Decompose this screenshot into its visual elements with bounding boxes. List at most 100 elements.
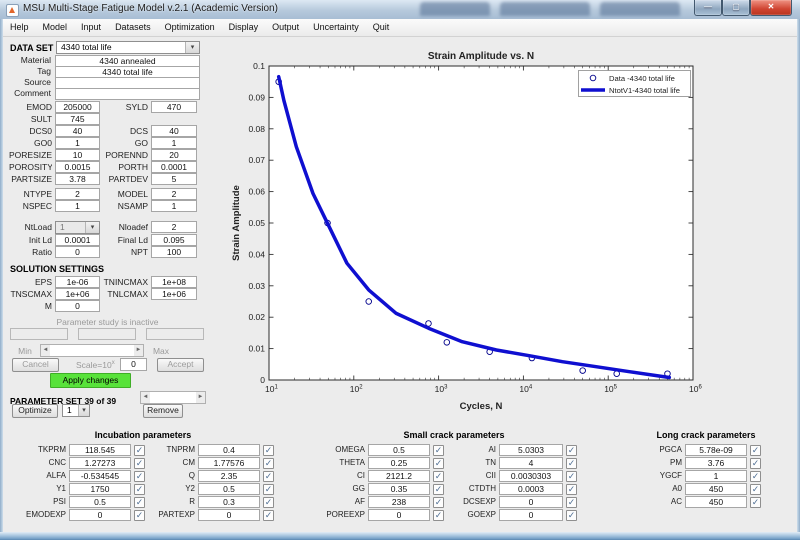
menu-model[interactable]: Model: [36, 19, 75, 36]
field-poresize[interactable]: 10: [55, 149, 100, 161]
field-omega[interactable]: 0.5: [368, 444, 430, 456]
field-tn[interactable]: 4: [499, 457, 563, 469]
ntload-dropdown[interactable]: 1 ▾: [55, 221, 100, 234]
checkbox-ac[interactable]: ✓: [750, 497, 761, 508]
field-dcs[interactable]: 40: [151, 125, 197, 137]
field-af[interactable]: 238: [368, 496, 430, 508]
scroll-right-icon[interactable]: ►: [196, 392, 205, 403]
checkbox-poreexp[interactable]: ✓: [433, 510, 444, 521]
slider-track[interactable]: [50, 345, 134, 356]
field-porennd[interactable]: 20: [151, 149, 197, 161]
parameter-set-slider[interactable]: ◄ ►: [140, 391, 206, 404]
checkbox-cnc[interactable]: ✓: [134, 458, 145, 469]
field-nsamp[interactable]: 1: [151, 200, 197, 212]
checkbox-emodexp[interactable]: ✓: [134, 510, 145, 521]
checkbox-partexp[interactable]: ✓: [263, 510, 274, 521]
minimize-button[interactable]: —: [694, 0, 722, 16]
field-partdev[interactable]: 5: [151, 173, 197, 185]
menu-datasets[interactable]: Datasets: [108, 19, 158, 36]
slider-track[interactable]: [150, 392, 196, 403]
field-porth[interactable]: 0.0001: [151, 161, 197, 173]
field-poreexp[interactable]: 0: [368, 509, 430, 521]
menu-quit[interactable]: Quit: [366, 19, 397, 36]
field-nloadef[interactable]: 2: [151, 221, 197, 233]
field-partsize[interactable]: 3.78: [55, 173, 100, 185]
field-porosity[interactable]: 0.0015: [55, 161, 100, 173]
field-r[interactable]: 0.3: [198, 496, 260, 508]
field-partexp[interactable]: 0: [198, 509, 260, 521]
field-tnlcmax[interactable]: 1e+06: [151, 288, 197, 300]
field-ntype[interactable]: 2: [55, 188, 100, 200]
apply-changes-button[interactable]: Apply changes: [50, 373, 131, 388]
field-y1[interactable]: 1750: [69, 483, 131, 495]
field-go[interactable]: 1: [151, 137, 197, 149]
field-theta[interactable]: 0.25: [368, 457, 430, 469]
field-tnincmax[interactable]: 1e+08: [151, 276, 197, 288]
checkbox-ai[interactable]: ✓: [566, 445, 577, 456]
field-psi[interactable]: 0.5: [69, 496, 131, 508]
field-model[interactable]: 2: [151, 188, 197, 200]
field-init-ld[interactable]: 0.0001: [55, 234, 100, 246]
field-cm[interactable]: 1.77576: [198, 457, 260, 469]
field-emod[interactable]: 205000: [55, 101, 100, 113]
optimize-button[interactable]: Optimize: [12, 404, 58, 418]
checkbox-tn[interactable]: ✓: [566, 458, 577, 469]
optimize-count-dropdown[interactable]: 1 ▾: [62, 404, 90, 417]
menu-uncertainty[interactable]: Uncertainty: [306, 19, 366, 36]
field-sult[interactable]: 745: [55, 113, 100, 125]
menu-optimization[interactable]: Optimization: [158, 19, 222, 36]
checkbox-cii[interactable]: ✓: [566, 471, 577, 482]
menu-help[interactable]: Help: [3, 19, 36, 36]
checkbox-gg[interactable]: ✓: [433, 484, 444, 495]
checkbox-af[interactable]: ✓: [433, 497, 444, 508]
field-alfa[interactable]: -0.534545: [69, 470, 131, 482]
field-final-ld[interactable]: 0.095: [151, 234, 197, 246]
field-ratio[interactable]: 0: [55, 246, 100, 258]
menu-display[interactable]: Display: [222, 19, 266, 36]
field-dcsexp[interactable]: 0: [499, 496, 563, 508]
field-syld[interactable]: 470: [151, 101, 197, 113]
accept-button[interactable]: Accept: [157, 358, 204, 372]
field-tkprm[interactable]: 118.545: [69, 444, 131, 456]
close-button[interactable]: ✕: [750, 0, 792, 16]
field-dcs0[interactable]: 40: [55, 125, 100, 137]
field-cnc[interactable]: 1.27273: [69, 457, 131, 469]
checkbox-dcsexp[interactable]: ✓: [566, 497, 577, 508]
dataset-dropdown[interactable]: 4340 total life ▾: [56, 41, 200, 54]
checkbox-psi[interactable]: ✓: [134, 497, 145, 508]
param-study-slider[interactable]: ◄ ►: [40, 344, 144, 357]
field-tnscmax[interactable]: 1e+06: [55, 288, 100, 300]
field-nspec[interactable]: 1: [55, 200, 100, 212]
field-m[interactable]: 0: [55, 300, 100, 312]
field-goexp[interactable]: 0: [499, 509, 563, 521]
checkbox-cm[interactable]: ✓: [263, 458, 274, 469]
scroll-right-icon[interactable]: ►: [134, 345, 143, 356]
field-q[interactable]: 2.35: [198, 470, 260, 482]
checkbox-ctdth[interactable]: ✓: [566, 484, 577, 495]
field-ai[interactable]: 5.0303: [499, 444, 563, 456]
checkbox-alfa[interactable]: ✓: [134, 471, 145, 482]
field-ac[interactable]: 450: [685, 496, 747, 508]
field-tnprm[interactable]: 0.4: [198, 444, 260, 456]
field-cii[interactable]: 0.0030303: [499, 470, 563, 482]
checkbox-theta[interactable]: ✓: [433, 458, 444, 469]
checkbox-ygcf[interactable]: ✓: [750, 471, 761, 482]
checkbox-omega[interactable]: ✓: [433, 445, 444, 456]
field-ci[interactable]: 2121.2: [368, 470, 430, 482]
checkbox-tnprm[interactable]: ✓: [263, 445, 274, 456]
field-eps[interactable]: 1e-06: [55, 276, 100, 288]
field-y2[interactable]: 0.5: [198, 483, 260, 495]
remove-button[interactable]: Remove: [143, 404, 183, 418]
checkbox-goexp[interactable]: ✓: [566, 510, 577, 521]
checkbox-r[interactable]: ✓: [263, 497, 274, 508]
field-gg[interactable]: 0.35: [368, 483, 430, 495]
checkbox-a0[interactable]: ✓: [750, 484, 761, 495]
field-ctdth[interactable]: 0.0003: [499, 483, 563, 495]
cancel-button[interactable]: Cancel: [12, 358, 59, 372]
checkbox-tkprm[interactable]: ✓: [134, 445, 145, 456]
field-pm[interactable]: 3.76: [685, 457, 747, 469]
scroll-left-icon[interactable]: ◄: [141, 392, 150, 403]
checkbox-pm[interactable]: ✓: [750, 458, 761, 469]
menu-output[interactable]: Output: [265, 19, 306, 36]
field-a0[interactable]: 450: [685, 483, 747, 495]
